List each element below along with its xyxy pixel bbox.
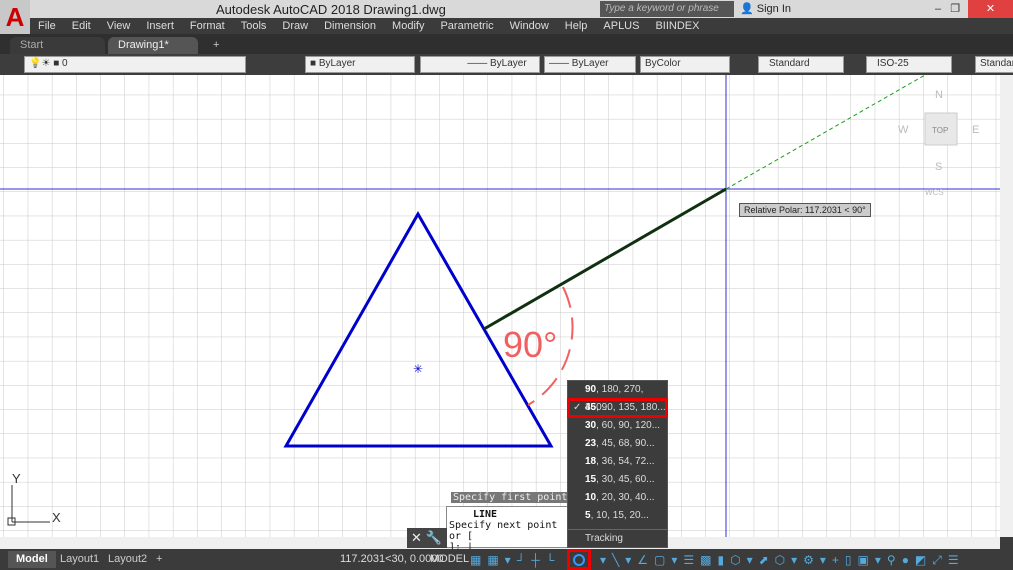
polar-angle-option[interactable]: 10, 20, 30, 40... (568, 489, 667, 507)
model-space-button[interactable]: MODEL (430, 553, 469, 565)
polar-angle-option[interactable]: 90, 180, 270, 360... (568, 381, 667, 413)
option-increment: 10 (585, 492, 597, 503)
menu-parametric[interactable]: Parametric (440, 20, 493, 32)
menu-modify[interactable]: Modify (392, 20, 424, 32)
layout-tab-layout1[interactable]: Layout1 (52, 551, 107, 568)
color-dropdown[interactable]: ■ ByLayer (305, 56, 415, 73)
option-increment: 23 (585, 438, 597, 449)
polar-angle-menu: 90, 180, 270, 360... ✓ 45, 90, 135, 180...… (567, 380, 668, 562)
menu-format[interactable]: Format (190, 20, 225, 32)
check-icon: ✓ (573, 402, 582, 413)
properties-toolbar: 💡☀ ■ 0 ■ ByLayer —— ByLayer —— ByLayer B… (0, 54, 1013, 75)
title-bar: Autodesk AutoCAD 2018 Drawing1.dwg Type … (0, 0, 1013, 18)
layer-dropdown[interactable]: 💡☀ ■ 0 (24, 56, 246, 73)
option-increment: 30 (585, 420, 597, 431)
viewcube-top[interactable]: TOP (932, 126, 948, 135)
window-title: Autodesk AutoCAD 2018 Drawing1.dwg (216, 2, 446, 17)
menu-file[interactable]: File (38, 20, 56, 32)
layout-tab-model[interactable]: Model (8, 551, 56, 568)
coordinate-readout[interactable]: 117.2031<30, 0.0000 (340, 553, 443, 565)
lineweight-dropdown[interactable]: —— ByLayer (544, 56, 636, 73)
layout-tab-layout2[interactable]: Layout2 (100, 551, 155, 568)
file-tabs: Start Drawing1* + (0, 34, 1013, 54)
status-bar: Model Layout1 Layout2 + ▦▦▾┘┼└ ▾╲▾∠▢▾☰▩▮… (0, 549, 1013, 570)
ucs-x-label: X (52, 510, 61, 525)
color-value: ByLayer (318, 58, 356, 69)
tracking-settings-option[interactable]: Tracking Settings... (568, 529, 667, 562)
polar-angle-option[interactable]: 5, 10, 15, 20... (568, 507, 667, 525)
tab-start[interactable]: Start (10, 37, 105, 54)
dimstyle-dropdown[interactable]: ISO-25 (866, 56, 952, 73)
option-angles: , 10, 15, 20... (590, 510, 649, 521)
polar-tracking-button[interactable] (567, 549, 591, 570)
status-toggles[interactable]: ▦▦▾┘┼└ (470, 553, 560, 567)
menu-draw[interactable]: Draw (282, 20, 308, 32)
polar-angle-option[interactable]: ✓ 45, 90, 135, 180... (567, 398, 668, 418)
command-history: Specify first point: (451, 492, 576, 503)
tab-drawing1[interactable]: Drawing1* (108, 37, 198, 54)
search-input[interactable]: Type a keyword or phrase (600, 1, 734, 17)
option-angles: , 60, 90, 120... (596, 420, 661, 431)
sign-in-label: Sign In (756, 3, 792, 15)
option-angles: , 20, 30, 40... (596, 492, 655, 503)
layer-value: 0 (62, 58, 68, 69)
linetype-dropdown[interactable]: —— ByLayer (420, 56, 540, 73)
viewcube-north[interactable]: N (935, 89, 943, 101)
wrench-icon[interactable]: 🔧 (426, 530, 442, 545)
drawing-canvas[interactable]: ✳ 90° Y X TOP N S E W WCS (0, 74, 1000, 537)
option-increment: 18 (585, 456, 597, 467)
menu-biindex[interactable]: BIINDEX (655, 20, 699, 32)
drawing-svg[interactable]: ✳ 90° Y X TOP N S E W WCS (0, 74, 1000, 537)
command-name: LINE (473, 509, 498, 520)
menu-window[interactable]: Window (510, 20, 549, 32)
centroid-marker: ✳ (413, 362, 423, 376)
menu-insert[interactable]: Insert (146, 20, 174, 32)
close-button[interactable]: ✕ (968, 0, 1013, 18)
polar-angle-option[interactable]: 23, 45, 68, 90... (568, 435, 667, 453)
lineweight-value: ByLayer (571, 58, 609, 69)
option-angles: , 30, 45, 60... (596, 474, 655, 485)
menu-help[interactable]: Help (565, 20, 588, 32)
app-menu-button[interactable]: A (0, 0, 30, 36)
layout-add-button[interactable]: + (148, 551, 170, 568)
plotstyle-dropdown[interactable]: ByColor (640, 56, 730, 73)
wcs-menu[interactable]: WCS (925, 188, 944, 197)
sign-in-button[interactable]: 👤 Sign In (740, 2, 791, 15)
angle-label: 90° (503, 324, 557, 365)
polar-icon (573, 554, 585, 566)
viewcube-west[interactable]: W (898, 124, 909, 136)
option-increment: 90 (585, 384, 597, 395)
vertical-scrollbar[interactable] (1000, 75, 1013, 537)
option-increment: 15 (585, 474, 597, 485)
menu-aplus[interactable]: APLUS (603, 20, 639, 32)
option-angles: , 90, 135, 180... (596, 402, 666, 413)
option-increment: 45 (585, 402, 597, 413)
linetype-value: ByLayer (489, 58, 527, 69)
polar-angle-option[interactable]: 18, 36, 54, 72... (568, 453, 667, 471)
close-icon[interactable]: ✕ (411, 530, 422, 545)
option-angles: , 45, 68, 90... (596, 438, 655, 449)
menu-bar: File Edit View Insert Format Tools Draw Dimensi… (30, 18, 1013, 34)
command-next: Specify next point or [ (449, 520, 558, 542)
tablestyle-dropdown[interactable]: Standard (975, 56, 1013, 73)
menu-edit[interactable]: Edit (72, 20, 91, 32)
menu-dimension[interactable]: Dimension (324, 20, 376, 32)
polar-angle-option[interactable]: 30, 60, 90, 120... (568, 417, 667, 435)
option-angles: , 36, 54, 72... (596, 456, 655, 467)
polar-angle-option[interactable]: 15, 30, 45, 60... (568, 471, 667, 489)
command-line[interactable]: LINE Specify next point or [ ]: | (446, 506, 568, 553)
polar-tooltip: Relative Polar: 117.2031 < 90° (739, 203, 871, 217)
textstyle-dropdown[interactable]: Standard (758, 56, 844, 73)
menu-view[interactable]: View (107, 20, 131, 32)
viewcube-east[interactable]: E (972, 124, 979, 136)
viewcube-south[interactable]: S (935, 161, 942, 173)
ucs-y-label: Y (12, 471, 21, 486)
status-toggles-right[interactable]: ▾╲▾∠▢▾☰▩▮⬡▾⬈⬡▾⚙▾+▯▣▾⚲●◩⤢☰ (600, 553, 965, 568)
grid (0, 75, 1000, 537)
command-tools: ✕ 🔧 (407, 528, 447, 548)
menu-tools[interactable]: Tools (241, 20, 267, 32)
minimize-button[interactable]: – ❐ (935, 2, 960, 15)
new-tab-button[interactable]: + (203, 37, 229, 54)
